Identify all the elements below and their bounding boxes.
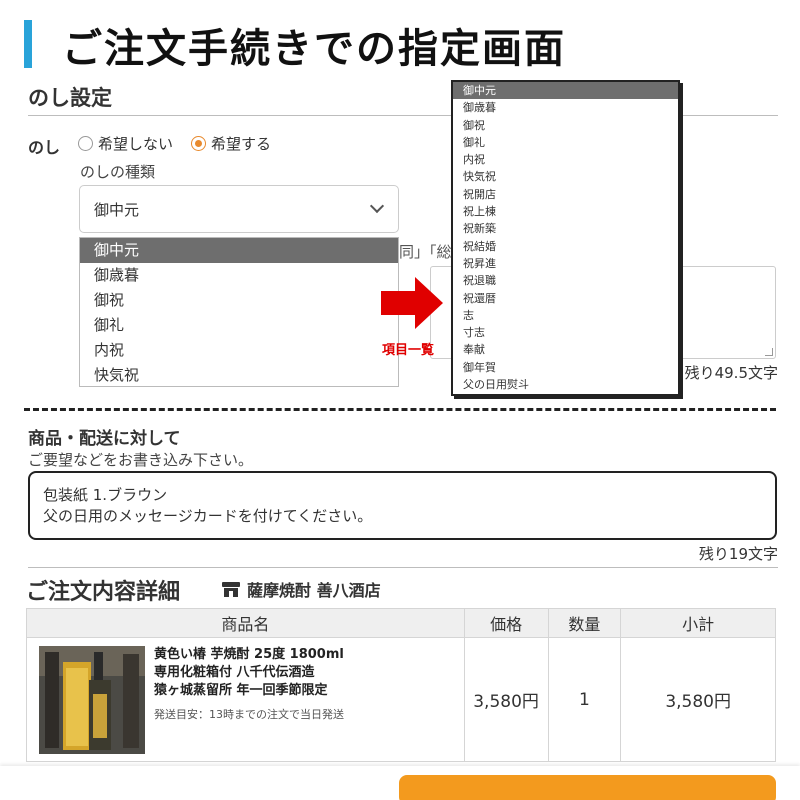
section-divider-dashed (24, 408, 776, 411)
popup-option[interactable]: 父の日用熨斗 (453, 376, 678, 393)
radio-want-noshi[interactable] (191, 136, 207, 151)
resize-grip-icon[interactable] (765, 348, 773, 356)
column-header-product: 商品名 (26, 608, 465, 638)
column-header-subtotal: 小計 (620, 608, 776, 638)
comment-section-rule (28, 567, 778, 568)
order-details-title: ご注文内容詳細 (26, 580, 181, 605)
chevron-down-icon (369, 198, 385, 214)
noshi-radio-group: 希望しない 希望する (78, 133, 271, 154)
comment-textarea[interactable]: 包装紙 1.ブラウン 父の日用のメッセージカードを付けてください。 (28, 471, 777, 540)
table-row: 黄色い椿 芋焼酎 25度 1800ml 専用化粧箱付 八千代伝酒造 猿ヶ城蒸留所… (26, 637, 776, 762)
popup-option[interactable]: 祝開店 (453, 186, 678, 203)
right-arrow-icon (381, 277, 443, 329)
comment-line: 包装紙 1.ブラウン (43, 486, 168, 504)
radio-no-noshi[interactable] (78, 136, 93, 151)
popup-option[interactable]: 御中元 (453, 82, 678, 100)
shipping-note: 発送目安：13時までの注文で当日発送 (154, 707, 344, 721)
comment-line: 父の日用のメッセージカードを付けてください。 (43, 507, 373, 525)
title-accent-bar (24, 20, 32, 68)
popup-option[interactable]: 御礼 (453, 134, 678, 151)
popup-option[interactable]: 寸志 (453, 324, 678, 341)
noshi-options-popup: 御中元 御歳暮 御祝 御礼 内祝 快気祝 祝開店 祝上棟 祝新築 祝結婚 祝昇進… (451, 80, 680, 396)
popup-option[interactable]: 快気祝 (453, 168, 678, 185)
column-header-price: 価格 (463, 608, 549, 638)
popup-option[interactable]: 祝退職 (453, 272, 678, 289)
product-image[interactable] (39, 645, 145, 754)
column-header-quantity: 数量 (547, 608, 622, 638)
comment-remaining-chars: 残り19文字 (698, 545, 778, 563)
popup-option[interactable]: 祝昇進 (453, 255, 678, 272)
popup-option[interactable]: 御歳暮 (453, 99, 678, 116)
order-table: 商品名 価格 数量 小計 黄色い椿 芋焼酎 25度 1800ml 専用化粧箱付 … (26, 608, 776, 762)
popup-option[interactable]: 祝新築 (453, 220, 678, 237)
obscured-helper-text: 同」「総 (399, 243, 452, 261)
comment-title: 商品・配送に対して (28, 429, 181, 449)
page-title: ご注文手続きでの指定画面 (62, 26, 566, 72)
dropdown-option[interactable]: 御中元 (80, 238, 398, 263)
product-name[interactable]: 黄色い椿 芋焼酎 25度 1800ml 専用化粧箱付 八千代伝酒造 猿ヶ城蒸留所… (154, 646, 344, 700)
shop-name[interactable]: 薩摩焼酎 善八酒店 (247, 577, 381, 601)
noshi-type-label: のしの種類 (80, 163, 156, 181)
shop-info: 薩摩焼酎 善八酒店 (221, 577, 381, 601)
popup-option[interactable]: 奉献 (453, 341, 678, 358)
radio-no-noshi-label[interactable]: 希望しない (98, 133, 173, 154)
popup-option[interactable]: 御祝 (453, 117, 678, 134)
arrow-annotation-label: 項目一覧 (382, 343, 435, 358)
noshi-type-select-value: 御中元 (94, 200, 140, 219)
noshi-type-dropdown: 御中元 御歳暮 御祝 御礼 内祝 快気祝 (79, 237, 399, 387)
checkout-button[interactable] (399, 775, 776, 800)
dropdown-option[interactable]: 内祝 (80, 338, 398, 363)
subtotal-cell: 3,580円 (620, 637, 776, 762)
popup-option[interactable]: 御年賀 (453, 359, 678, 376)
product-cell: 黄色い椿 芋焼酎 25度 1800ml 専用化粧箱付 八千代伝酒造 猿ヶ城蒸留所… (26, 637, 465, 762)
dropdown-option[interactable]: 御祝 (80, 288, 398, 313)
table-header-row: 商品名 価格 数量 小計 (26, 608, 776, 638)
comment-subtitle: ご要望などをお書き込み下さい。 (28, 451, 254, 469)
quantity-cell: 1 (547, 637, 622, 762)
noshi-remaining-chars: 残り49.5文字 (684, 364, 778, 382)
popup-option[interactable]: 志 (453, 307, 678, 324)
price-cell: 3,580円 (463, 637, 549, 762)
popup-option[interactable]: 内祝 (453, 151, 678, 168)
noshi-type-select[interactable]: 御中元 (79, 185, 399, 233)
dropdown-option[interactable]: 御歳暮 (80, 263, 398, 288)
store-icon (222, 582, 240, 597)
noshi-section-title: のし設定 (28, 86, 112, 110)
dropdown-option[interactable]: 快気祝 (80, 363, 398, 386)
radio-want-noshi-label[interactable]: 希望する (211, 133, 271, 154)
popup-option[interactable]: 祝還暦 (453, 290, 678, 307)
noshi-label: のし (28, 138, 61, 157)
popup-option[interactable]: 祝上棟 (453, 203, 678, 220)
popup-option[interactable]: 祝結婚 (453, 238, 678, 255)
dropdown-option[interactable]: 御礼 (80, 313, 398, 338)
